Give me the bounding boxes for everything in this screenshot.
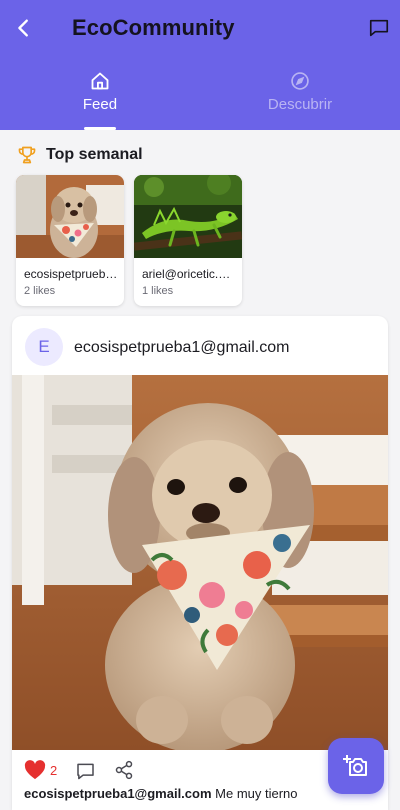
heart-icon: [24, 760, 46, 780]
app-header: EcoCommunity Feed Descubrir: [0, 0, 400, 130]
like-count: 2: [50, 762, 58, 778]
back-button[interactable]: [10, 14, 38, 42]
lizard-thumbnail: [134, 175, 242, 258]
tab-feed[interactable]: Feed: [0, 58, 200, 130]
dog-thumbnail: [16, 175, 124, 258]
comment-icon: [77, 763, 94, 780]
active-tab-indicator: [84, 127, 116, 130]
tab-feed-label: Feed: [82, 96, 118, 113]
like-button[interactable]: 2: [24, 760, 57, 780]
card-email: ariel@oricetic.com: [142, 267, 236, 281]
top-semanal-title: Top semanal: [46, 146, 143, 163]
avatar[interactable]: E: [25, 328, 63, 366]
tab-descubrir-label: Descubrir: [267, 96, 333, 113]
chevron-left-icon: [18, 19, 28, 37]
message-square-icon: [369, 19, 389, 37]
post-photo[interactable]: [12, 375, 388, 750]
top-semanal-card[interactable]: ariel@oricetic.com 1 likes: [134, 175, 242, 306]
caption-text: Me muy tierno: [215, 786, 298, 801]
top-semanal-card[interactable]: ecosispetprueba1@gmail.com 2 likes: [16, 175, 124, 306]
top-semanal-header: Top semanal: [16, 144, 143, 166]
post-author[interactable]: ecosispetprueba1@gmail.com: [74, 339, 289, 357]
comment-button[interactable]: [75, 761, 96, 786]
messages-button[interactable]: [366, 15, 392, 41]
card-likes: 1 likes: [142, 285, 174, 297]
caption-user[interactable]: ecosispetprueba1@gmail.com: [24, 786, 212, 801]
share-button[interactable]: [114, 760, 134, 785]
trophy-icon: [16, 144, 38, 166]
share-icon: [115, 760, 133, 780]
feed-post: E ecosispetprueba1@gmail.com 2 ecosispet…: [12, 316, 388, 810]
home-icon: [89, 70, 111, 92]
add-photo-icon: [343, 755, 367, 776]
app-title: EcoCommunity: [72, 15, 235, 40]
compass-icon: [289, 70, 311, 92]
card-email: ecosispetprueba1@gmail.com: [24, 267, 118, 281]
add-photo-button[interactable]: [328, 738, 384, 794]
tab-bar: Feed Descubrir: [0, 58, 400, 130]
post-caption: ecosispetprueba1@gmail.com Me muy tierno: [24, 786, 298, 801]
card-likes: 2 likes: [24, 285, 56, 297]
tab-descubrir[interactable]: Descubrir: [200, 58, 400, 130]
top-bar: EcoCommunity: [0, 0, 400, 58]
